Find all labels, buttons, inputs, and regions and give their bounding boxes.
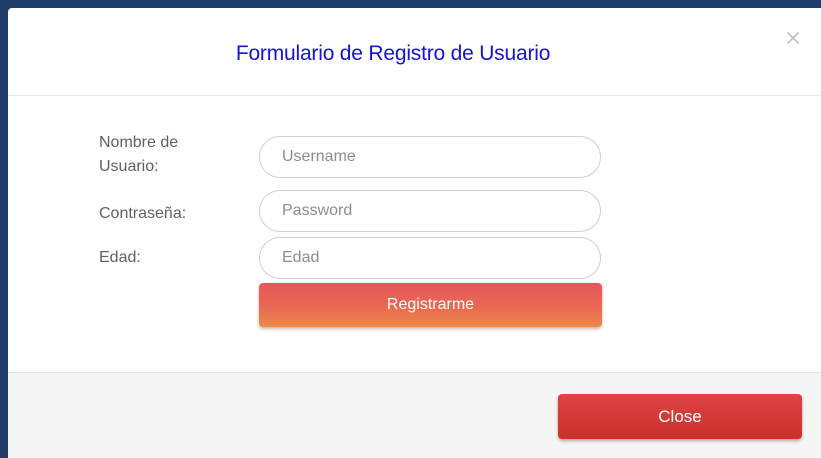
close-x-glyph (787, 32, 799, 44)
username-input[interactable] (259, 136, 601, 178)
modal-body: Nombre de Usuario: Contraseña: Edad: Reg… (8, 96, 821, 372)
password-input[interactable] (259, 190, 601, 232)
modal-header: Formulario de Registro de Usuario (8, 8, 821, 96)
close-x-icon[interactable] (785, 30, 801, 46)
username-label-line2: Usuario: (99, 158, 159, 175)
age-input[interactable] (259, 237, 601, 279)
username-label: Nombre de Usuario: (99, 131, 178, 179)
register-button[interactable]: Registrarme (259, 283, 602, 327)
age-label: Edad: (99, 249, 141, 266)
modal-title: Formulario de Registro de Usuario (235, 42, 551, 65)
registration-modal: Formulario de Registro de Usuario Nombre… (8, 8, 821, 458)
close-button[interactable]: Close (558, 394, 802, 439)
password-label: Contraseña: (99, 205, 187, 222)
username-label-line1: Nombre de (99, 134, 179, 151)
modal-footer: Close (8, 372, 821, 458)
